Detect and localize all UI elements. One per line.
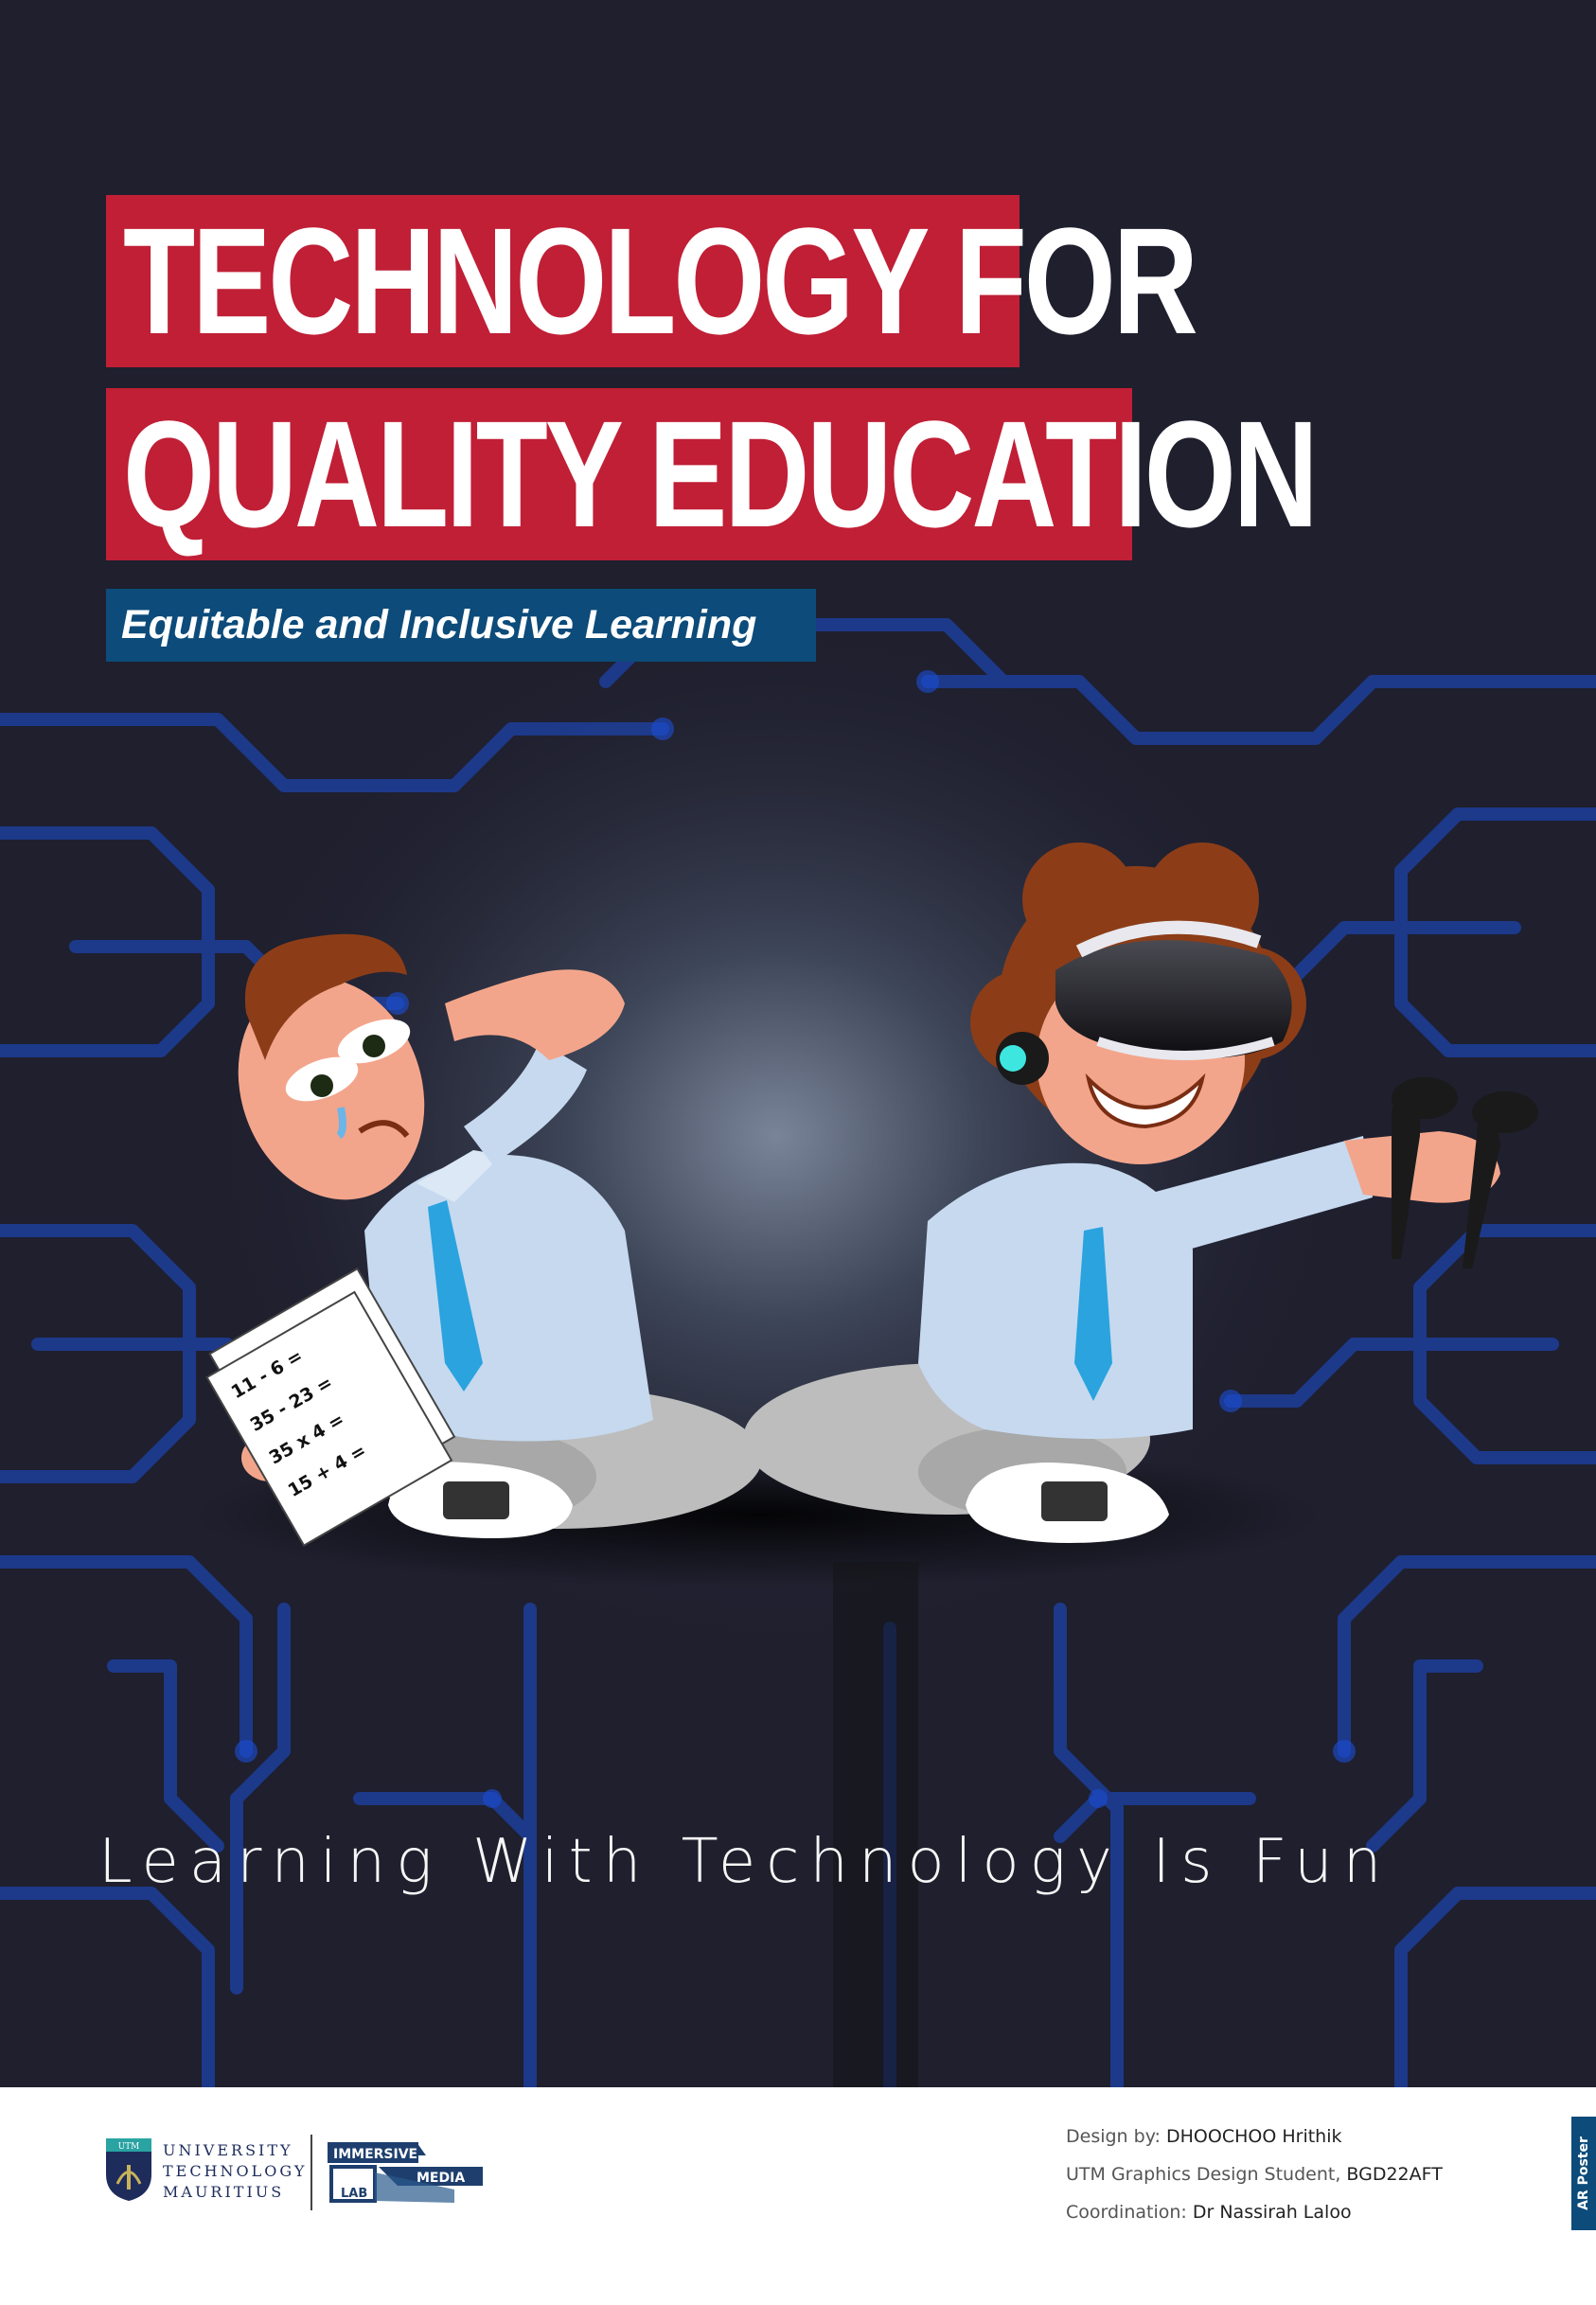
university-name-line: TECHNOLOGY — [163, 2162, 308, 2180]
subtitle-banner: Equitable and Inclusive Learning — [106, 589, 816, 662]
university-name: UNIVERSITY TECHNOLOGY MAURITIUS — [163, 2140, 307, 2203]
ar-poster-tab: AR Poster — [1571, 2117, 1596, 2230]
university-name-line: MAURITIUS — [163, 2183, 285, 2201]
subtitle: Equitable and Inclusive Learning — [121, 602, 757, 647]
university-shield-icon: UTM — [106, 2138, 151, 2201]
university-badge-text: UTM — [118, 2142, 140, 2152]
university-name-line: UNIVERSITY — [163, 2141, 293, 2159]
credit-role: UTM Graphics Design Student, BGD22AFT — [1066, 2164, 1443, 2185]
university-logo: UTM UNIVERSITY TECHNOLOGY MAURITIUS — [104, 2135, 312, 2210]
immersive-media-lab-logo: IMMERSIVE MEDIA LAB — [328, 2142, 483, 2203]
poster: 11 - 6 = 35 - 23 = 35 x 4 = 15 + 4 = TEC… — [0, 0, 1596, 2305]
footer: UTM UNIVERSITY TECHNOLOGY MAURITIUS IMME… — [0, 2087, 1596, 2305]
lab-logo-word: LAB — [341, 2187, 367, 2201]
ar-poster-label: AR Poster — [1576, 2137, 1591, 2210]
title-banner-line-2: QUALITY EDUCATION — [106, 388, 1319, 560]
logo-divider — [310, 2135, 312, 2210]
credit-designer: Design by: DHOOCHOO Hrithik — [1066, 2126, 1342, 2147]
tagline: Learning With Technology Is Fun — [98, 1827, 1392, 1897]
credits: Design by: DHOOCHOO Hrithik UTM Graphics… — [1066, 2118, 1443, 2231]
title-banner-line-1: TECHNOLOGY FOR — [106, 195, 1198, 367]
page-title-line-1: TECHNOLOGY FOR — [123, 196, 1198, 365]
lab-logo-word: IMMERSIVE — [333, 2147, 417, 2162]
credit-coordination: Coordination: Dr Nassirah Laloo — [1066, 2202, 1352, 2223]
page-title-line-2: QUALITY EDUCATION — [123, 389, 1319, 559]
